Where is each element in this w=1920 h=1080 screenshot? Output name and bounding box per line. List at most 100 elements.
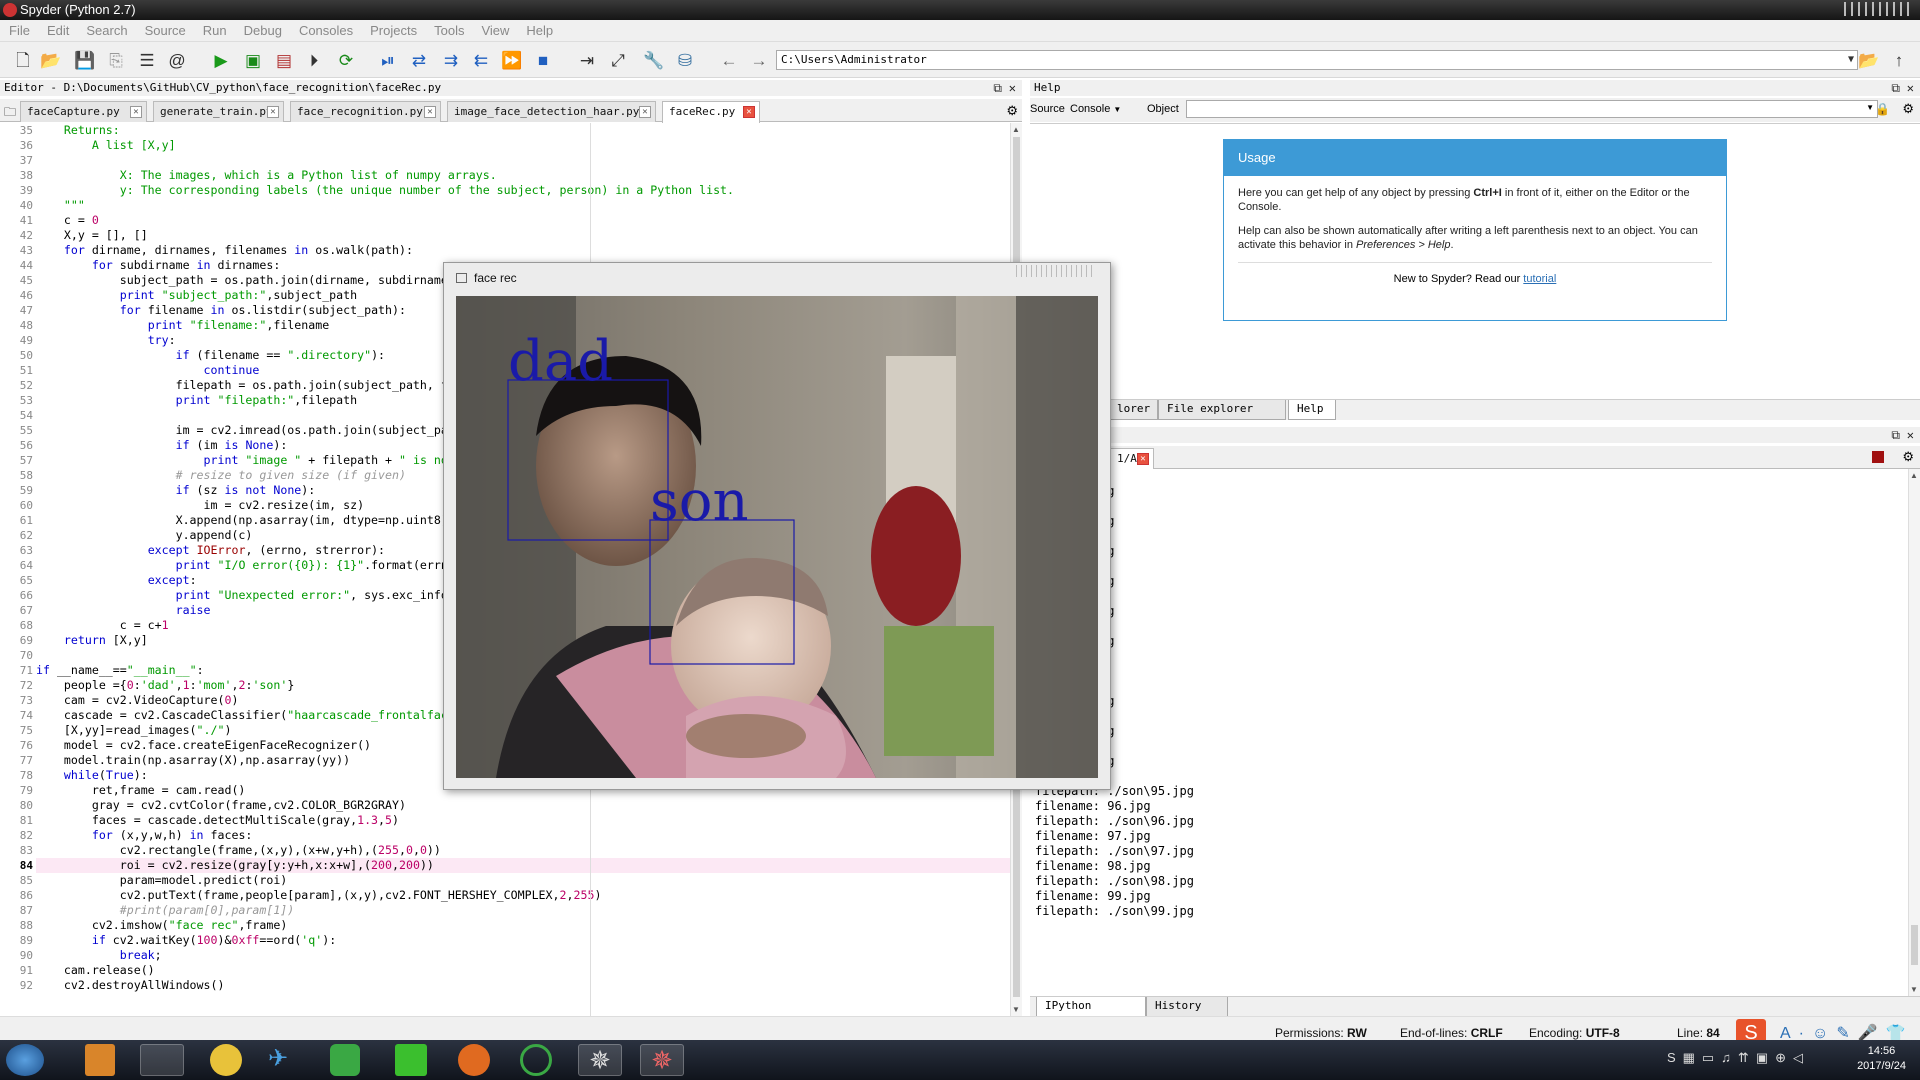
scroll-down-icon[interactable]: ▼ <box>1012 1005 1020 1014</box>
run-cell-advance-icon[interactable]: ▤ <box>273 50 295 72</box>
forward-arrow-icon[interactable]: → <box>748 50 770 72</box>
menu-view[interactable]: View <box>472 20 517 38</box>
close-pane-icon[interactable]: ✕ <box>1009 80 1016 96</box>
rerun-icon[interactable]: ⟳ <box>335 50 357 72</box>
spyder-taskbar-icon[interactable]: ✵ <box>578 1044 622 1076</box>
code-line[interactable]: for dirname, dirnames, filenames in os.w… <box>36 243 1010 258</box>
taskbar-clock[interactable]: 14:56 2017/9/24 <box>1857 1044 1906 1074</box>
close-tab-icon[interactable]: ✕ <box>267 106 279 118</box>
fullscreen-icon[interactable]: ⤢ <box>607 50 629 72</box>
help-tab-1[interactable]: File explorer <box>1158 400 1286 420</box>
help-tab-2[interactable]: Help <box>1288 400 1336 420</box>
chevron-down-icon[interactable]: ▼ <box>1866 103 1874 112</box>
editor-tab-face_recognition-py[interactable]: face_recognition.py ✕ <box>290 101 441 122</box>
scroll-thumb[interactable] <box>1911 925 1918 965</box>
menu-tools[interactable]: Tools <box>425 20 472 38</box>
stop-debug-icon[interactable]: ■ <box>532 50 554 72</box>
menu-help[interactable]: Help <box>517 20 561 38</box>
step-icon[interactable]: ⇄ <box>408 50 430 72</box>
code-line[interactable]: y: The corresponding labels (the unique … <box>36 183 1010 198</box>
continue-icon[interactable]: ⏩ <box>501 50 523 72</box>
code-line[interactable]: roi = cv2.resize(gray[y:y+h,x:x+w],(200,… <box>36 858 1010 873</box>
browse-tabs-icon[interactable]: 🗀 <box>4 103 16 124</box>
code-line[interactable]: cv2.imshow("face rec",frame) <box>36 918 1010 933</box>
iqiyi-icon[interactable] <box>395 1044 427 1076</box>
code-line[interactable]: #print(param[0],param[1]) <box>36 903 1010 918</box>
code-line[interactable]: cam.release() <box>36 963 1010 978</box>
help-tab-0[interactable]: lorer <box>1108 400 1158 420</box>
new-file-icon[interactable]: 🗋 <box>12 50 34 72</box>
code-line[interactable]: Returns: <box>36 123 1010 138</box>
console-tab-ipython-console[interactable]: IPython console <box>1036 997 1146 1030</box>
menu-run[interactable]: Run <box>194 20 235 38</box>
code-line[interactable]: X,y = [], [] <box>36 228 1010 243</box>
python-path-icon[interactable]: ⛁ <box>674 50 696 72</box>
code-line[interactable]: cv2.rectangle(frame,(x,y),(x+w,y+h),(255… <box>36 843 1010 858</box>
back-arrow-icon[interactable]: ← <box>718 50 740 72</box>
menu-source[interactable]: Source <box>136 20 194 38</box>
code-line[interactable]: A list [X,y] <box>36 138 1010 153</box>
code-line[interactable]: cv2.putText(frame,people[param],(x,y),cv… <box>36 888 1010 903</box>
run-icon[interactable]: ▶ <box>210 50 232 72</box>
console-tab[interactable]: 1/A ✕ <box>1110 448 1154 470</box>
gear-icon[interactable]: ⚙ <box>1902 449 1914 465</box>
scroll-down-icon[interactable]: ▼ <box>1910 985 1918 994</box>
lock-icon[interactable]: 🔒 <box>1875 102 1890 116</box>
debug-icon[interactable]: ⏯ <box>377 50 399 72</box>
undock-icon[interactable]: ⧉ <box>993 80 1002 96</box>
editor-tab-facerec-py[interactable]: faceRec.py ✕ <box>662 101 760 123</box>
ipython-console-output[interactable]: 4.jpg/son\84.jpg5.jpg/son\85.jpg6.jpg/so… <box>1030 469 1908 996</box>
face-rec-window[interactable]: face rec dad son <box>443 262 1111 790</box>
menu-file[interactable]: File <box>0 20 38 38</box>
outline-icon[interactable]: ☰ <box>136 50 158 72</box>
system-tray[interactable]: S▦▭♫⇈▣⊕◁ <box>1667 1050 1810 1066</box>
code-line[interactable]: """ <box>36 198 1010 213</box>
step-into-icon[interactable]: ⇉ <box>440 50 462 72</box>
undock-icon[interactable]: ⧉ <box>1891 427 1900 443</box>
open-file-icon[interactable]: 📂 <box>40 50 62 72</box>
bird-app-icon[interactable]: ✈ <box>268 1044 298 1076</box>
explorer-icon[interactable] <box>140 1044 184 1076</box>
menu-projects[interactable]: Projects <box>361 20 425 38</box>
maximize-pane-icon[interactable]: ⇥ <box>576 50 598 72</box>
close-pane-icon[interactable]: ✕ <box>1907 427 1914 443</box>
stop-kernel-icon[interactable] <box>1872 451 1884 463</box>
console-scrollbar[interactable]: ▲ ▼ <box>1908 469 1920 996</box>
code-line[interactable]: gray = cv2.cvtColor(frame,cv2.COLOR_BGR2… <box>36 798 1010 813</box>
tutorial-link[interactable]: tutorial <box>1523 273 1556 285</box>
console-tab-history-log[interactable]: History log <box>1146 997 1228 1030</box>
scroll-up-icon[interactable]: ▲ <box>1012 125 1020 134</box>
media-player-icon[interactable] <box>85 1044 115 1076</box>
chevron-down-icon[interactable]: ▼ <box>1848 51 1854 69</box>
code-line[interactable]: c = 0 <box>36 213 1010 228</box>
editor-tab-facecapture-py[interactable]: faceCapture.py ✕ <box>20 101 147 122</box>
at-icon[interactable]: @ <box>166 50 188 72</box>
gear-icon[interactable]: ⚙ <box>1006 103 1018 119</box>
menu-debug[interactable]: Debug <box>235 20 290 38</box>
face-rec-titlebar[interactable]: face rec <box>444 263 1110 293</box>
close-tab-icon[interactable]: ✕ <box>424 106 436 118</box>
close-tab-icon[interactable]: ✕ <box>1137 453 1149 465</box>
parent-dir-icon[interactable]: ↑ <box>1888 50 1910 72</box>
close-tab-icon[interactable]: ✕ <box>130 106 142 118</box>
chrome-icon[interactable] <box>210 1044 242 1076</box>
save-icon[interactable]: 💾 <box>74 50 96 72</box>
code-line[interactable]: cv2.destroyAllWindows() <box>36 978 1010 993</box>
code-line[interactable]: X: The images, which is a Python list of… <box>36 168 1010 183</box>
window-controls[interactable] <box>1016 265 1096 277</box>
code-line[interactable]: param=model.predict(roi) <box>36 873 1010 888</box>
code-line[interactable] <box>36 153 1010 168</box>
undock-icon[interactable]: ⧉ <box>1891 80 1900 96</box>
code-line[interactable]: for (x,y,w,h) in faces: <box>36 828 1010 843</box>
browse-folder-icon[interactable]: 📂 <box>1858 50 1880 72</box>
scroll-up-icon[interactable]: ▲ <box>1910 471 1918 480</box>
close-pane-icon[interactable]: ✕ <box>1907 80 1914 96</box>
run-cell-icon[interactable]: ▣ <box>242 50 264 72</box>
window-controls[interactable] <box>1844 2 1914 16</box>
menu-search[interactable]: Search <box>77 20 135 38</box>
close-tab-icon[interactable]: ✕ <box>639 106 651 118</box>
refresh-app-icon[interactable] <box>520 1044 552 1076</box>
run-selection-icon[interactable]: ⏵ <box>303 50 325 72</box>
working-directory-input[interactable]: C:\Users\Administrator ▼ <box>776 50 1858 70</box>
save-all-icon[interactable]: ⎘ <box>105 50 127 72</box>
